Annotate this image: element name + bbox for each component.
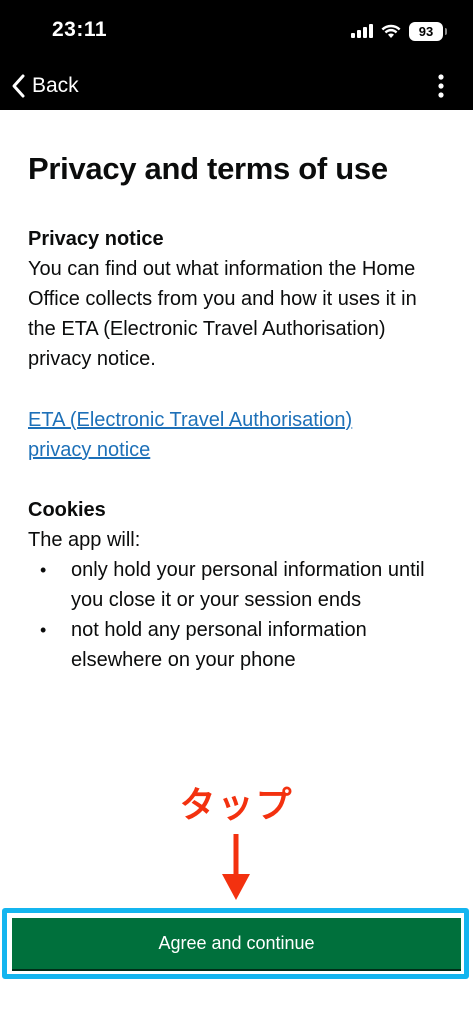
back-label: Back [32,74,79,97]
status-icons: 93 [351,21,447,41]
status-bar: 23:11 93 [0,0,473,62]
cookies-intro: The app will: [28,529,141,551]
status-time: 23:11 [52,18,108,41]
list-item: not hold any personal information elsewh… [28,615,448,675]
tap-annotation-label: タップ [179,785,294,826]
more-options-button[interactable] [429,70,453,102]
chevron-left-icon [12,74,25,98]
navigation-bar: Back [0,62,473,110]
privacy-notice-text: You can find out what information the Ho… [28,258,417,370]
agree-and-continue-button[interactable]: Agree and continue [12,918,461,969]
back-button[interactable]: Back [10,68,79,104]
page-title: Privacy and terms of use [28,151,388,186]
cookies-list: only hold your personal information unti… [28,555,448,675]
more-vertical-icon [438,74,444,98]
privacy-notice-link[interactable]: ETA (Electronic Travel Authorisation) pr… [28,405,408,465]
battery-icon: 93 [409,21,447,41]
cookies-heading: Cookies [28,499,106,521]
privacy-notice-heading: Privacy notice [28,228,164,250]
list-item: only hold your personal information unti… [28,555,448,615]
wifi-icon [381,24,401,38]
arrow-down-icon [222,834,250,900]
cellular-signal-icon [351,24,373,38]
battery-level: 93 [418,23,434,39]
